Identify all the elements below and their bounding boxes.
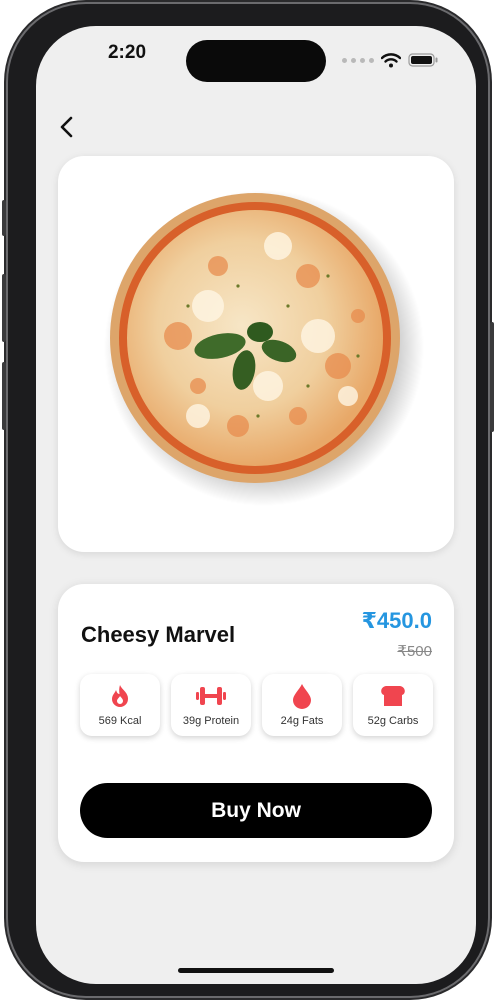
wifi-icon: [381, 52, 401, 67]
chevron-left-icon: [60, 116, 73, 138]
product-name: Cheesy Marvel: [81, 622, 236, 647]
home-indicator[interactable]: [178, 968, 334, 973]
nutrient-label: 24g Fats: [280, 715, 324, 727]
drop-icon: [293, 684, 311, 709]
battery-icon: [408, 53, 438, 67]
back-button[interactable]: [54, 112, 82, 142]
pizza-image: [104, 190, 424, 506]
silent-switch: [2, 200, 6, 236]
flame-icon: [112, 685, 128, 707]
status-icons: [342, 52, 438, 68]
screen: 2:20 Cheesy Marvel ₹450.0 ₹500 569 Kcal …: [36, 26, 476, 984]
nutrient-label: 569 Kcal: [98, 715, 142, 727]
buy-now-button[interactable]: Buy Now: [80, 783, 432, 838]
dumbbell-icon: [196, 687, 226, 705]
nutrient-fats: 24g Fats: [262, 674, 342, 736]
original-price: ₹500: [397, 643, 432, 660]
nutrient-list: 569 Kcal 39g Protein 24g Fats 52g Carbs: [80, 674, 433, 736]
dynamic-island: [186, 40, 326, 82]
bread-icon: [381, 686, 405, 706]
nutrient-label: 39g Protein: [182, 715, 240, 727]
product-info-card: Cheesy Marvel ₹450.0 ₹500 569 Kcal 39g P…: [58, 584, 454, 862]
phone-frame: 2:20 Cheesy Marvel ₹450.0 ₹500 569 Kcal …: [2, 4, 494, 996]
nutrient-protein: 39g Protein: [171, 674, 251, 736]
nutrient-label: 52g Carbs: [367, 715, 419, 727]
nutrient-carbs: 52g Carbs: [353, 674, 433, 736]
nutrient-calories: 569 Kcal: [80, 674, 160, 736]
volume-up-button: [2, 274, 6, 342]
product-image-card: [58, 156, 454, 552]
signal-dots-icon: [342, 57, 374, 63]
power-button: [490, 322, 494, 432]
product-price: ₹450.0: [361, 608, 432, 633]
status-time: 2:20: [107, 42, 147, 63]
volume-down-button: [2, 362, 6, 430]
